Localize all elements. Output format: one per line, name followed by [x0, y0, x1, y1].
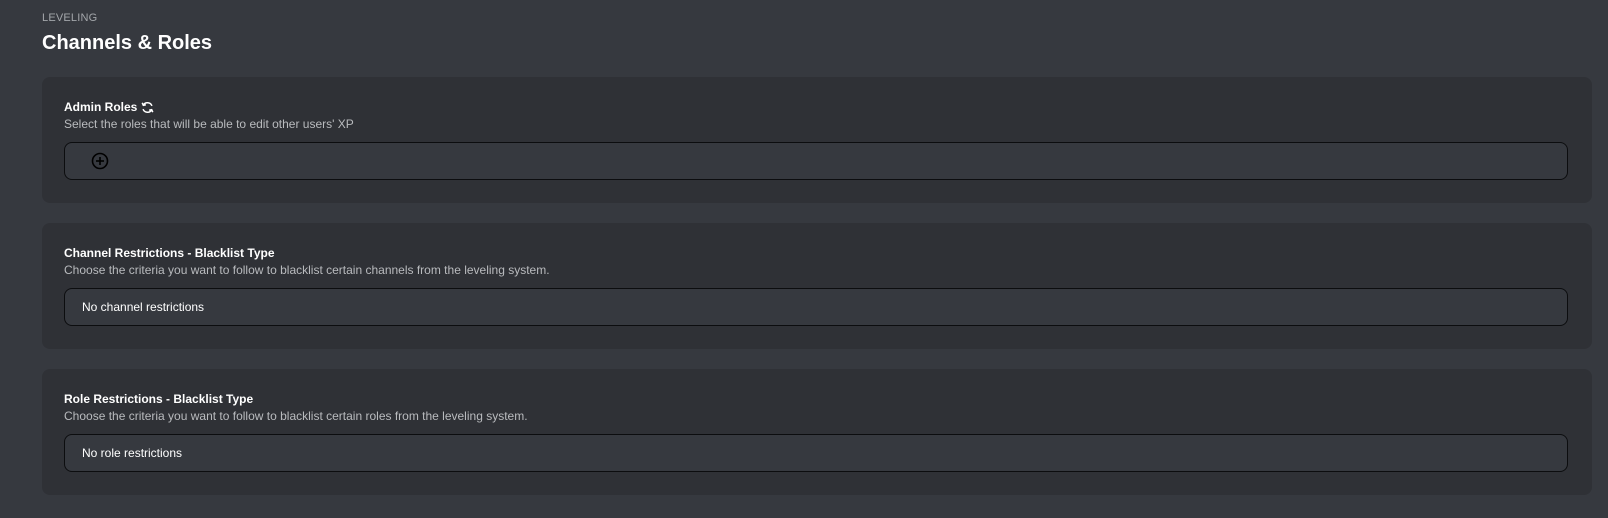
role-restrictions-title: Role Restrictions - Blacklist Type	[64, 392, 254, 406]
admin-roles-card: Admin Roles Select the roles that will b…	[42, 77, 1592, 203]
page-title: Channels & Roles	[42, 32, 213, 54]
role-restrictions-card: Role Restrictions - Blacklist Type Choos…	[42, 369, 1592, 495]
refresh-icon[interactable]	[141, 101, 154, 114]
channel-restrictions-description: Choose the criteria you want to follow t…	[64, 263, 550, 277]
add-circle-icon[interactable]	[91, 152, 109, 170]
role-restrictions-value: No role restrictions	[82, 446, 183, 460]
role-restrictions-select[interactable]: No role restrictions	[64, 434, 1568, 472]
channel-restrictions-title: Channel Restrictions - Blacklist Type	[64, 246, 275, 260]
channel-restrictions-select[interactable]: No channel restrictions	[64, 288, 1568, 326]
section-eyebrow: LEVELING	[42, 12, 98, 24]
role-restrictions-description: Choose the criteria you want to follow t…	[64, 409, 528, 423]
admin-roles-select[interactable]	[64, 142, 1568, 180]
channel-restrictions-card: Channel Restrictions - Blacklist Type Ch…	[42, 223, 1592, 349]
channel-restrictions-value: No channel restrictions	[82, 300, 205, 314]
admin-roles-title: Admin Roles	[64, 100, 138, 114]
admin-roles-description: Select the roles that will be able to ed…	[64, 117, 354, 131]
admin-roles-title-row: Admin Roles	[64, 100, 154, 114]
